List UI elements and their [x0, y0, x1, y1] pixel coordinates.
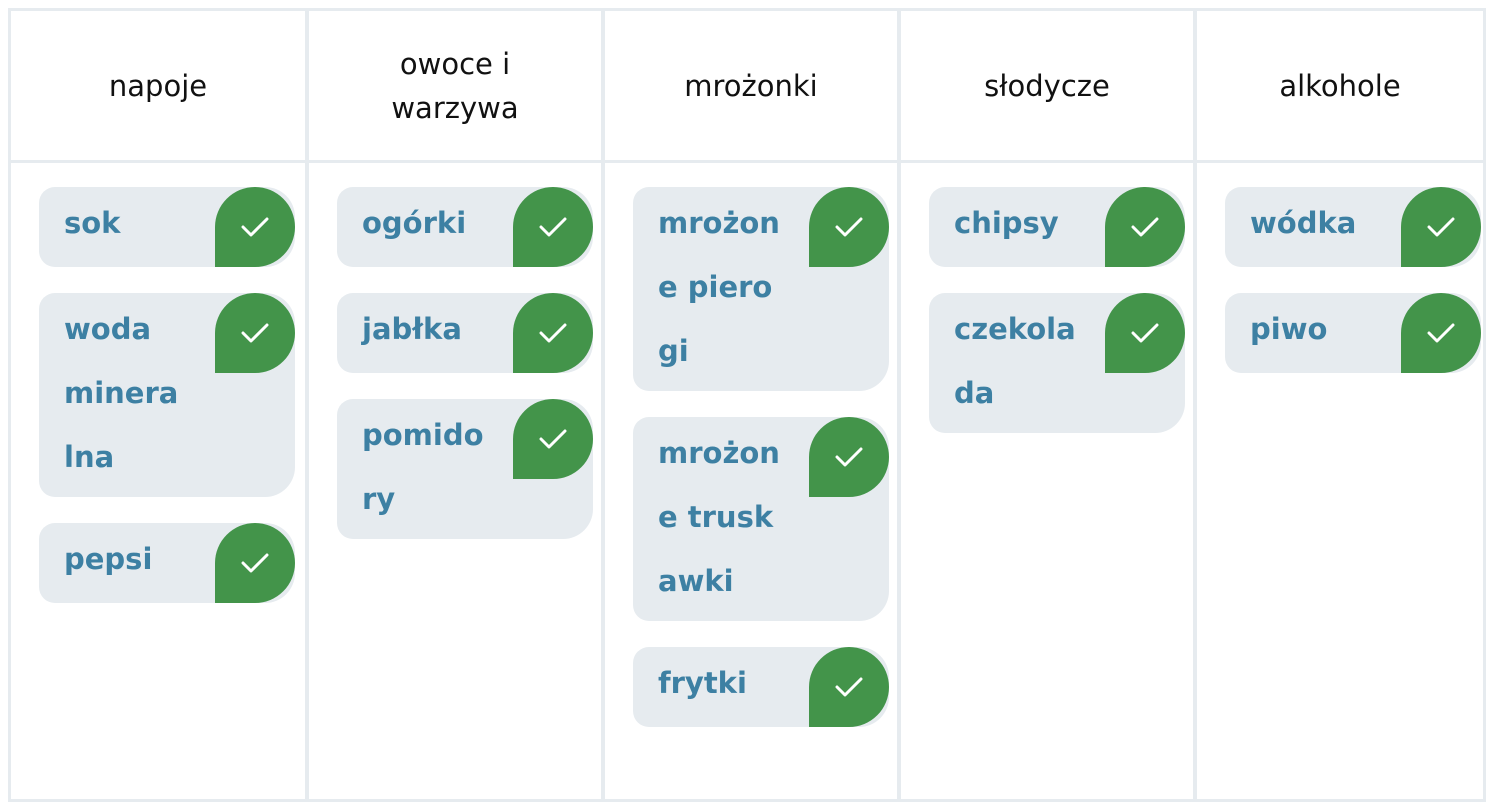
- check-button[interactable]: [513, 293, 593, 373]
- check-button[interactable]: [1401, 187, 1481, 267]
- check-icon: [835, 217, 863, 237]
- item-label: woda mineralna: [64, 312, 179, 474]
- column-items: sok woda mineralna pepsi: [11, 163, 305, 603]
- item-tile[interactable]: ogórki: [337, 187, 593, 267]
- item-label: pomidory: [362, 418, 484, 516]
- column-title: napoje: [108, 68, 208, 103]
- check-button[interactable]: [1401, 293, 1481, 373]
- check-icon: [241, 217, 269, 237]
- item-tile[interactable]: chipsy: [929, 187, 1185, 267]
- item-label: czekolada: [954, 312, 1076, 410]
- item-label: mrożone pierogi: [658, 206, 780, 368]
- check-icon: [539, 429, 567, 449]
- check-button[interactable]: [513, 399, 593, 479]
- item-tile[interactable]: mrożone pierogi: [633, 187, 889, 391]
- column-mrozonki: mrożonki mrożone pierogi mrożone truskaw…: [601, 11, 897, 799]
- column-alkohole: alkohole wódka piwo: [1193, 11, 1483, 799]
- item-label: ogórki: [362, 206, 467, 240]
- column-items: mrożone pierogi mrożone truskawki frytki: [605, 163, 897, 727]
- check-button[interactable]: [809, 417, 889, 497]
- column-title: mrożonki: [684, 68, 818, 103]
- item-tile[interactable]: czekolada: [929, 293, 1185, 433]
- item-label: mrożone truskawki: [658, 436, 780, 598]
- column-items: ogórki jabłka pomidory: [309, 163, 601, 539]
- check-button[interactable]: [1105, 187, 1185, 267]
- item-tile[interactable]: pepsi: [39, 523, 295, 603]
- check-icon: [1427, 217, 1455, 237]
- column-header: alkohole: [1197, 11, 1483, 163]
- item-tile[interactable]: wódka: [1225, 187, 1481, 267]
- column-header: napoje: [11, 11, 305, 163]
- column-items: chipsy czekolada: [901, 163, 1193, 433]
- check-button[interactable]: [215, 523, 295, 603]
- item-label: sok: [64, 206, 121, 240]
- column-title: alkohole: [1279, 68, 1401, 103]
- column-napoje: napoje sok woda mineralna pepsi: [11, 11, 305, 799]
- item-tile[interactable]: piwo: [1225, 293, 1481, 373]
- check-button[interactable]: [809, 187, 889, 267]
- column-header: mrożonki: [605, 11, 897, 163]
- check-icon: [835, 677, 863, 697]
- item-label: frytki: [658, 666, 747, 700]
- check-button[interactable]: [809, 647, 889, 727]
- item-label: jabłka: [362, 312, 462, 346]
- check-button[interactable]: [215, 187, 295, 267]
- item-label: wódka: [1250, 206, 1357, 240]
- column-owoce-i-warzywa: owoce i warzywa ogórki jabłka pomidory: [305, 11, 601, 799]
- column-items: wódka piwo: [1197, 163, 1483, 373]
- item-label: piwo: [1250, 312, 1328, 346]
- check-icon: [1131, 323, 1159, 343]
- check-button[interactable]: [513, 187, 593, 267]
- column-header: słodycze: [901, 11, 1193, 163]
- check-icon: [1131, 217, 1159, 237]
- item-tile[interactable]: sok: [39, 187, 295, 267]
- item-tile[interactable]: jabłka: [337, 293, 593, 373]
- check-icon: [1427, 323, 1455, 343]
- item-tile[interactable]: mrożone truskawki: [633, 417, 889, 621]
- column-header: owoce i warzywa: [309, 11, 601, 163]
- check-icon: [241, 553, 269, 573]
- item-tile[interactable]: pomidory: [337, 399, 593, 539]
- check-icon: [241, 323, 269, 343]
- check-icon: [539, 323, 567, 343]
- column-slodycze: słodycze chipsy czekolada: [897, 11, 1193, 799]
- column-title: owoce i warzywa: [391, 46, 519, 125]
- column-title: słodycze: [984, 68, 1110, 103]
- check-button[interactable]: [1105, 293, 1185, 373]
- item-tile[interactable]: frytki: [633, 647, 889, 727]
- check-button[interactable]: [215, 293, 295, 373]
- category-board: napoje sok woda mineralna pepsi owoce i …: [8, 8, 1486, 802]
- check-icon: [539, 217, 567, 237]
- check-icon: [835, 447, 863, 467]
- item-tile[interactable]: woda mineralna: [39, 293, 295, 497]
- item-label: chipsy: [954, 206, 1059, 240]
- item-label: pepsi: [64, 542, 153, 576]
